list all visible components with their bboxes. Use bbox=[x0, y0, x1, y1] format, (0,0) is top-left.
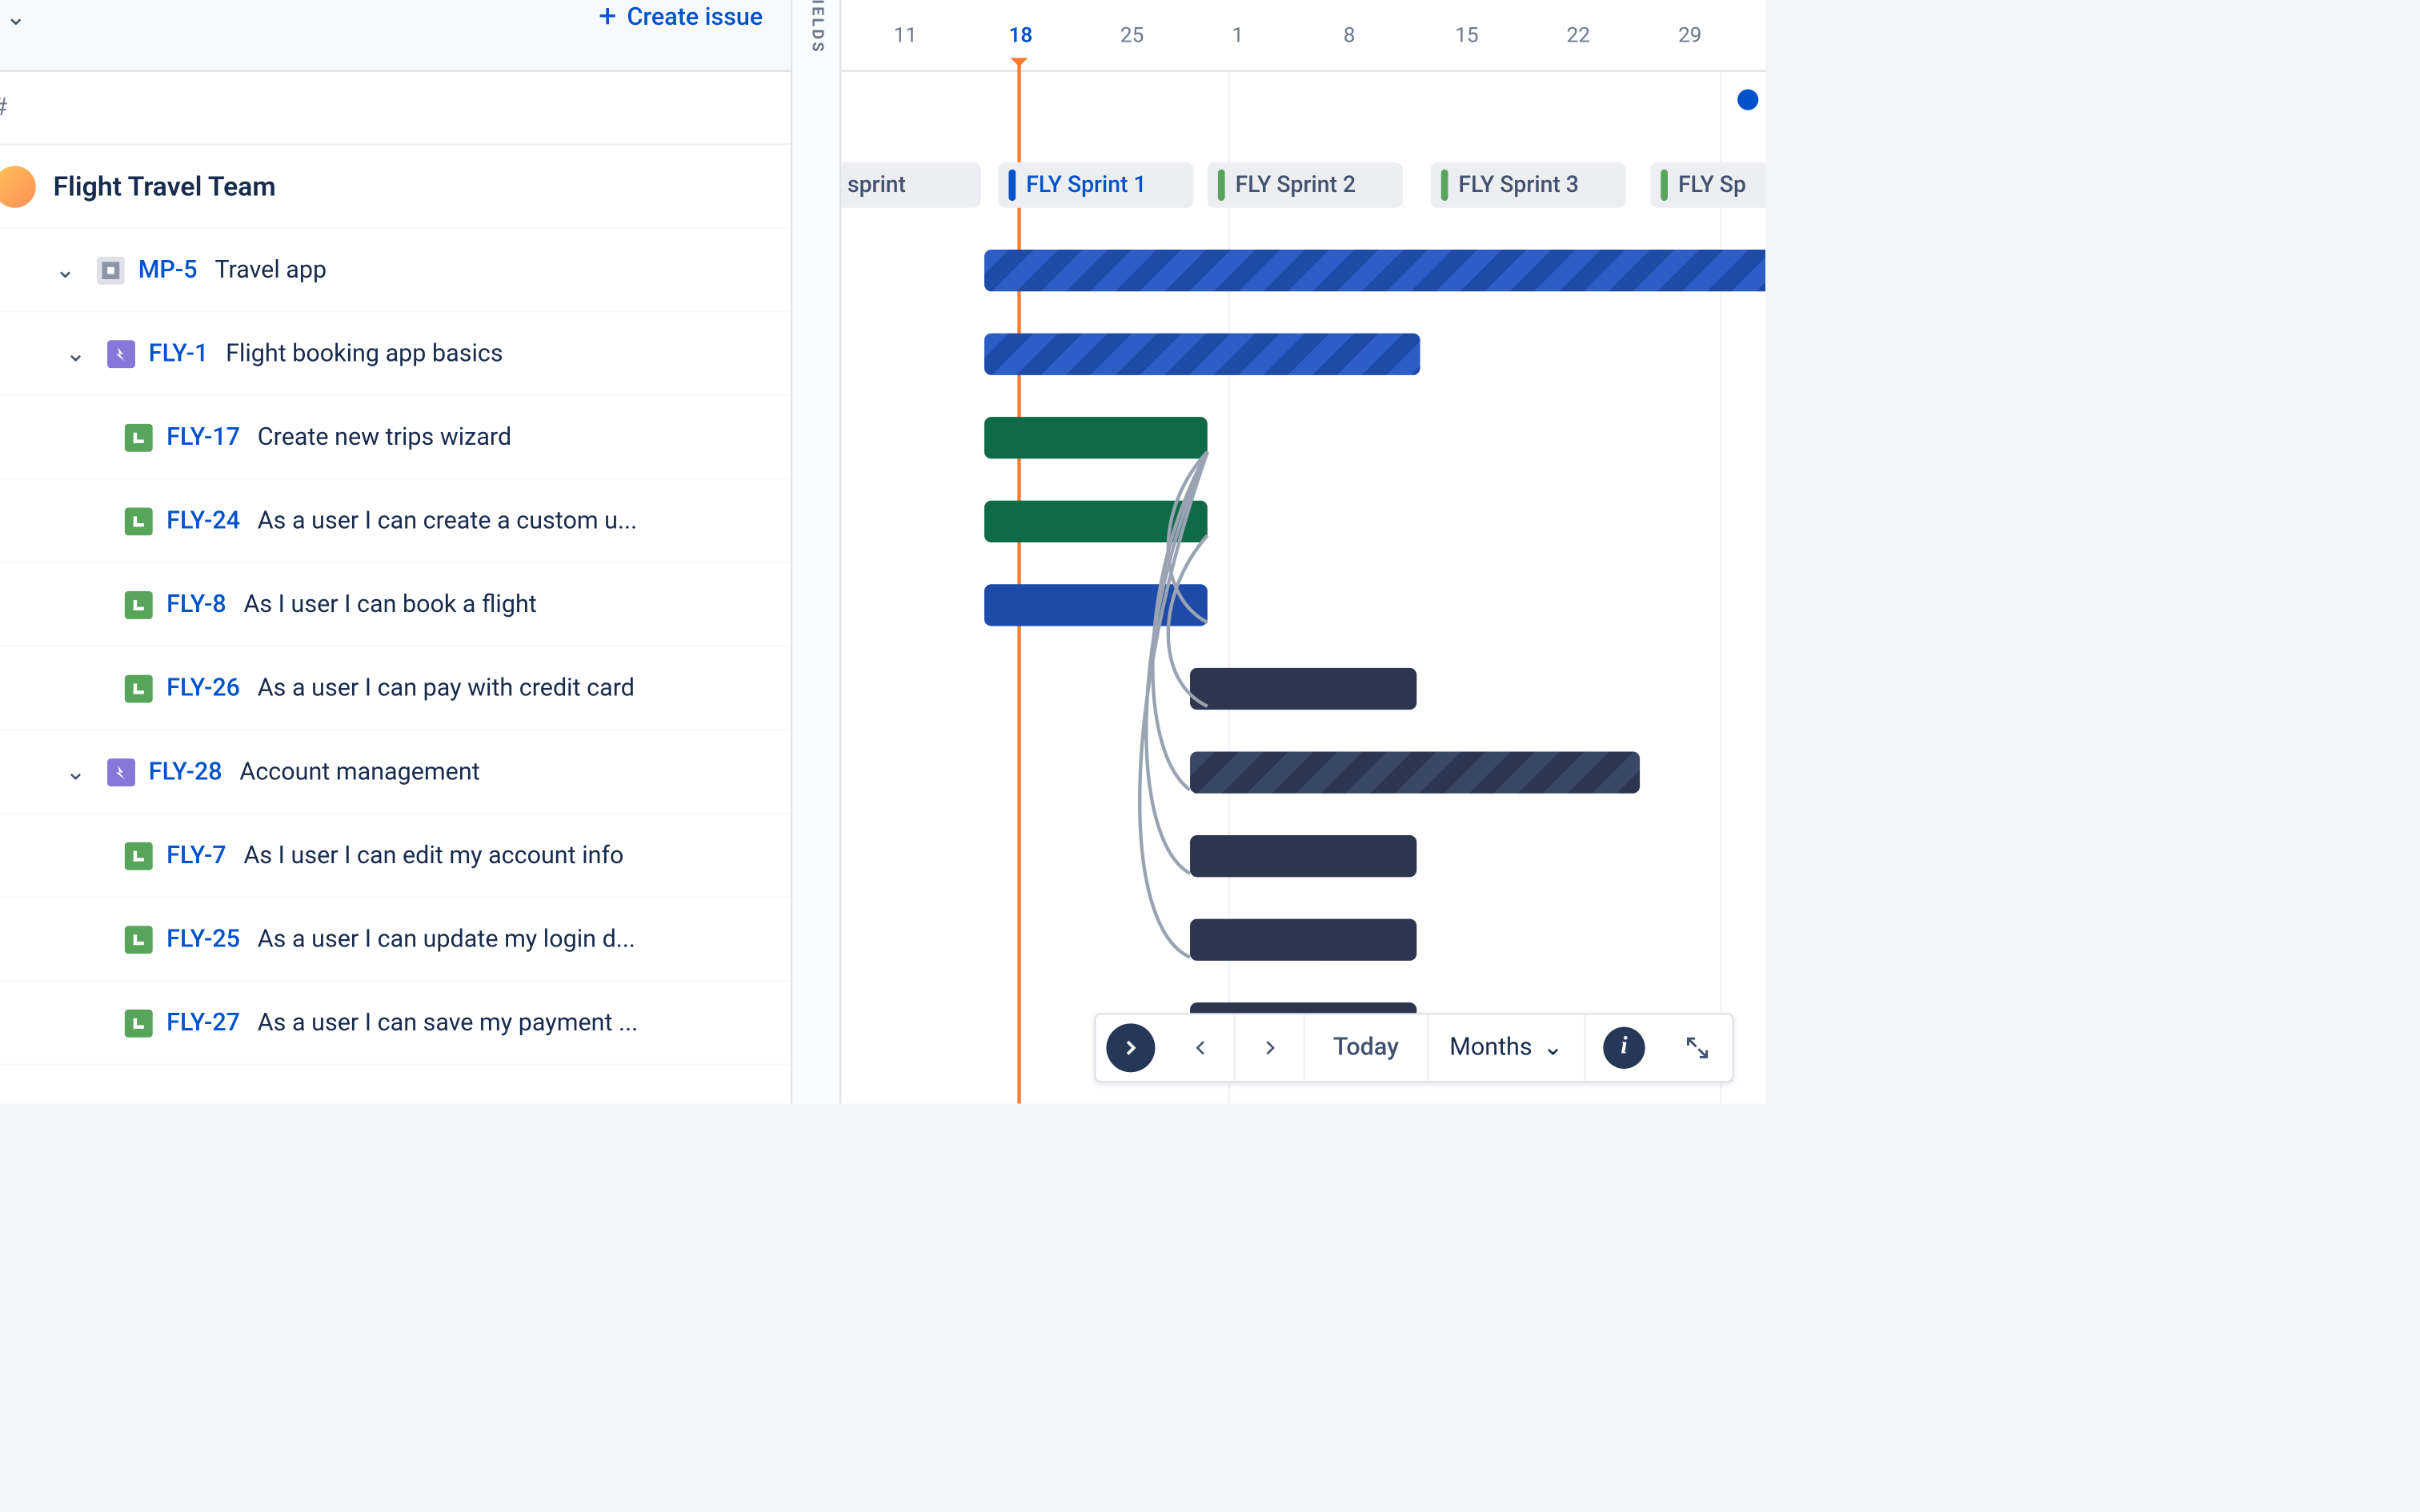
issue-key[interactable]: FLY-25 bbox=[166, 925, 240, 953]
fullscreen-button[interactable] bbox=[1662, 1014, 1732, 1081]
issue-column: Issue ⌄ + Create issue # ⌄Flight Travel … bbox=[0, 0, 792, 1104]
issue-key[interactable]: FLY-1 bbox=[149, 339, 209, 367]
issue-type-icon bbox=[107, 339, 135, 367]
issue-type-icon bbox=[125, 842, 153, 870]
issue-summary: As I user I can book a flight bbox=[243, 590, 536, 618]
issue-summary: Create new trips wizard bbox=[258, 423, 511, 451]
issue-type-icon bbox=[125, 590, 153, 618]
issue-summary: Travel app bbox=[214, 256, 327, 284]
issue-row[interactable]: FLY-8 As I user I can book a flight bbox=[0, 563, 791, 647]
day-label: 22 bbox=[1567, 23, 1590, 48]
sprint-pill[interactable]: t sprint bbox=[841, 162, 980, 208]
day-label: 8 bbox=[1344, 23, 1356, 48]
scroll-fwd-button[interactable] bbox=[1236, 1014, 1305, 1081]
issue-key[interactable]: FLY-17 bbox=[166, 423, 240, 451]
issue-row[interactable]: FLY-27 As a user I can save my payment ..… bbox=[0, 982, 791, 1066]
day-label: 15 bbox=[1455, 23, 1478, 48]
issue-summary: As a user I can pay with credit card bbox=[258, 674, 635, 702]
issue-row[interactable]: ⌄Flight Travel Team bbox=[0, 145, 791, 229]
issue-summary: As a user I can save my payment ... bbox=[258, 1009, 638, 1037]
issue-key[interactable]: FLY-27 bbox=[166, 1009, 240, 1037]
issue-type-icon bbox=[125, 674, 153, 702]
issue-key[interactable]: FLY-24 bbox=[166, 506, 240, 534]
issue-type-icon bbox=[96, 256, 124, 284]
team-avatar-icon bbox=[0, 165, 36, 206]
scroll-marker-icon bbox=[1737, 90, 1758, 110]
goto-today-button[interactable]: Today bbox=[1305, 1014, 1428, 1081]
team-name: Flight Travel Team bbox=[54, 170, 276, 202]
gantt-area[interactable]: DecJan '24F 11182518152229 t sprintFLY S… bbox=[841, 0, 1765, 1104]
issue-row[interactable]: ⌄ FLY-1 Flight booking app basics bbox=[0, 312, 791, 396]
issue-row[interactable]: FLY-24 As a user I can create a custom u.… bbox=[0, 480, 791, 564]
issue-key[interactable]: MP-5 bbox=[138, 256, 198, 284]
sprint-pill[interactable]: FLY Sprint 2 bbox=[1208, 162, 1403, 208]
issue-key[interactable]: FLY-26 bbox=[166, 674, 240, 702]
issue-type-icon bbox=[125, 1009, 153, 1037]
issue-summary: As I user I can edit my account info bbox=[243, 842, 623, 870]
scroll-next-button[interactable] bbox=[1107, 1023, 1156, 1072]
issue-type-icon bbox=[125, 423, 153, 451]
day-label: 29 bbox=[1678, 23, 1701, 48]
issue-type-icon bbox=[107, 758, 135, 786]
issue-summary: Account management bbox=[239, 758, 479, 786]
issue-row[interactable]: 1 ⌄ MP-5 Travel app bbox=[0, 229, 791, 313]
issue-row[interactable]: FLY-17 Create new trips wizard bbox=[0, 396, 791, 480]
issue-key[interactable]: FLY-28 bbox=[149, 758, 222, 786]
create-issue-button[interactable]: + Create issue bbox=[599, 0, 763, 35]
issue-summary: Flight booking app basics bbox=[226, 339, 503, 367]
timeline-zoom-control: Today Months⌄ i bbox=[1094, 1013, 1733, 1082]
issue-column-header[interactable]: Issue ⌄ bbox=[0, 3, 26, 31]
issue-summary: As a user I can update my login d... bbox=[258, 925, 635, 953]
collapse-icon[interactable]: ⌄ bbox=[66, 758, 86, 786]
issue-type-icon bbox=[125, 925, 153, 953]
main-content: Plans/ Travel Booking Division plan/ Bes… bbox=[0, 0, 1765, 1104]
collapse-icon[interactable]: ⌄ bbox=[66, 339, 86, 367]
issue-row[interactable]: FLY-25 As a user I can update my login d.… bbox=[0, 898, 791, 982]
issue-key[interactable]: FLY-7 bbox=[166, 842, 226, 870]
legend-info-button[interactable]: i bbox=[1603, 1027, 1645, 1069]
issue-type-icon bbox=[125, 506, 153, 534]
day-label: 11 bbox=[894, 23, 917, 48]
sprint-pill[interactable]: FLY Sp bbox=[1650, 162, 1765, 208]
timeline: Issue ⌄ + Create issue # ⌄Flight Travel … bbox=[0, 0, 1765, 1104]
rank: 1 bbox=[0, 256, 17, 284]
day-label: 25 bbox=[1120, 23, 1144, 48]
plus-icon: + bbox=[599, 0, 616, 35]
chevron-down-icon: ⌄ bbox=[6, 3, 26, 31]
day-label: 18 bbox=[1008, 23, 1032, 48]
issue-row[interactable]: FLY-7 As I user I can edit my account inf… bbox=[0, 814, 791, 898]
fields-tab[interactable]: FIELDS bbox=[792, 0, 841, 1104]
zoom-unit-dropdown[interactable]: Months⌄ bbox=[1428, 1014, 1586, 1081]
issue-key[interactable]: FLY-8 bbox=[166, 590, 226, 618]
sprint-pill[interactable]: FLY Sprint 3 bbox=[1431, 162, 1626, 208]
sprint-pill[interactable]: FLY Sprint 1 bbox=[998, 162, 1193, 208]
collapse-icon[interactable]: ⌄ bbox=[55, 256, 76, 284]
day-label: 1 bbox=[1232, 23, 1244, 48]
scroll-prev-button[interactable] bbox=[1166, 1014, 1236, 1081]
rank-column: # bbox=[0, 94, 7, 122]
issue-summary: As a user I can create a custom u... bbox=[258, 506, 637, 534]
issue-row[interactable]: FLY-26 As a user I can pay with credit ca… bbox=[0, 647, 791, 731]
issue-row[interactable]: ⌄ FLY-28 Account management bbox=[0, 730, 791, 814]
